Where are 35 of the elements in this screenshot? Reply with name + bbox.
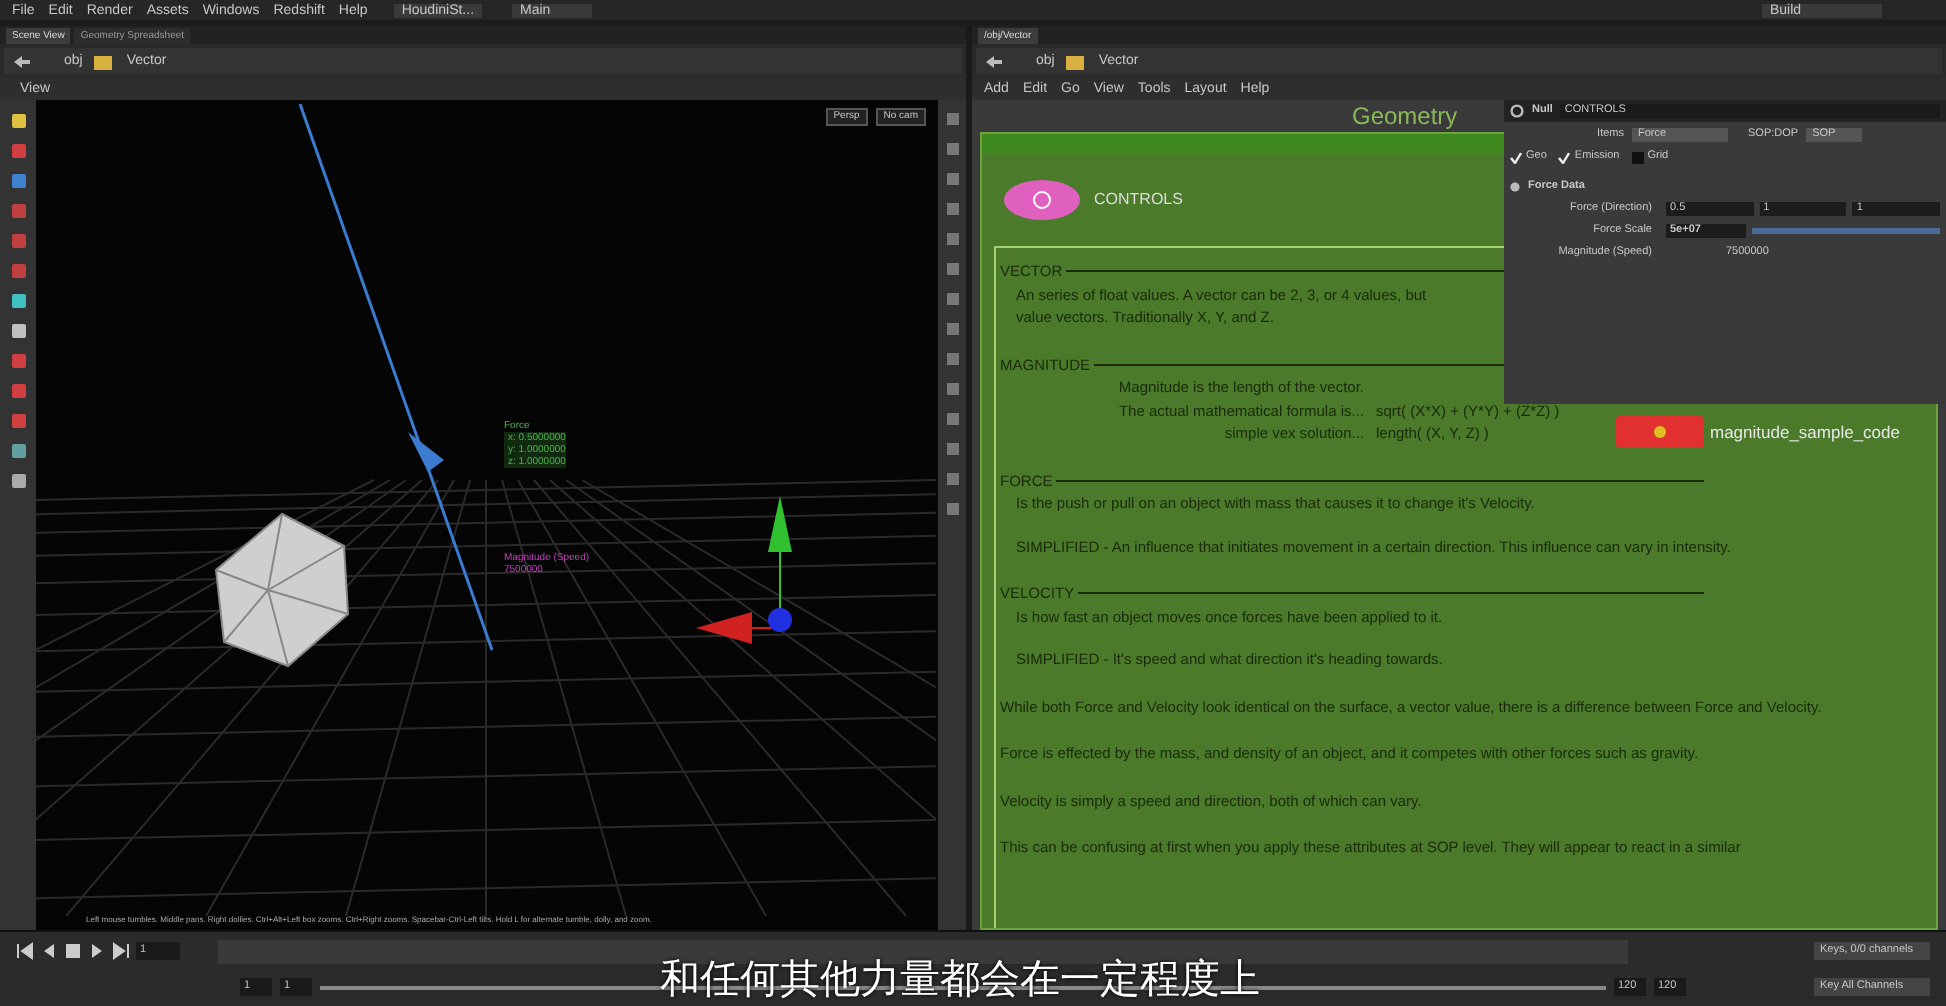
display-option-icon <box>945 382 959 396</box>
checkbox[interactable] <box>1510 151 1522 163</box>
display-option-icon <box>945 232 959 246</box>
display-option-icon <box>945 202 959 216</box>
node-label[interactable]: magnitude_sample_code <box>1710 419 1900 445</box>
collapse-icon <box>1510 182 1520 192</box>
network-label: Geometry <box>1352 102 1458 130</box>
display-option-icon <box>945 352 959 366</box>
subtitle: 和任何其他力量都会在一定程度上 <box>660 958 1260 1002</box>
node-label[interactable]: CONTROLS <box>1094 188 1183 212</box>
display-option-icon <box>945 442 959 456</box>
display-option-icon <box>945 262 959 276</box>
folder-icon <box>94 53 115 69</box>
display-option-icon <box>945 292 959 306</box>
slider-fill[interactable] <box>1752 228 1940 234</box>
display-option-icon <box>945 172 959 186</box>
display-option-icon <box>945 322 959 336</box>
back-arrow-icon <box>12 53 32 69</box>
display-option-icon <box>945 502 959 516</box>
checkbox[interactable] <box>1558 151 1571 163</box>
display-option-icon <box>945 472 959 486</box>
stop-icon <box>64 942 82 960</box>
folder-icon <box>1066 53 1087 69</box>
checkmark-icon <box>1558 151 1571 163</box>
checkmark-icon <box>1510 151 1522 163</box>
display-option-icon <box>945 142 959 156</box>
skip-end-icon <box>112 942 130 960</box>
step-back-icon <box>40 942 58 960</box>
skip-start-icon <box>16 942 34 960</box>
display-option-icon <box>945 412 959 426</box>
play-icon <box>88 942 106 960</box>
checkbox[interactable] <box>1631 151 1644 163</box>
viewport[interactable] <box>36 100 938 930</box>
back-arrow-icon <box>984 53 1004 69</box>
display-option-icon <box>945 112 959 126</box>
